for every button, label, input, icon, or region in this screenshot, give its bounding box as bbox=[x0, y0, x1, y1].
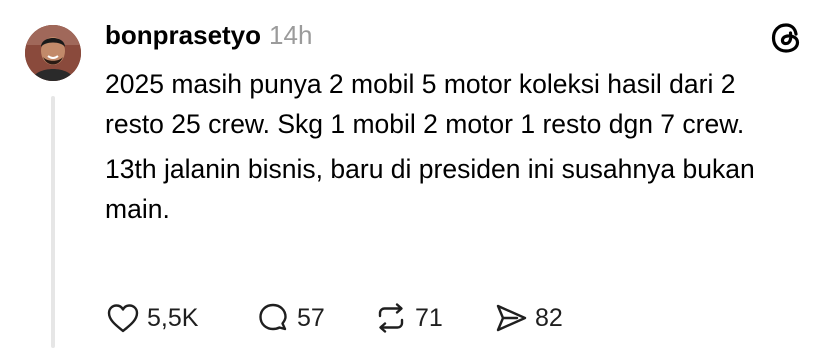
share-button[interactable]: 82 bbox=[493, 296, 593, 340]
share-count: 82 bbox=[535, 303, 563, 332]
repost-button[interactable]: 71 bbox=[373, 296, 493, 340]
reply-count: 57 bbox=[297, 303, 325, 332]
avatar-image bbox=[25, 25, 81, 81]
repost-arrows-icon bbox=[378, 303, 404, 333]
threads-logo-icon[interactable] bbox=[768, 20, 804, 56]
like-button[interactable]: 5,5K bbox=[105, 296, 255, 340]
post-time: 14h bbox=[269, 20, 313, 50]
like-count: 5,5K bbox=[147, 303, 199, 332]
reply-button[interactable]: 57 bbox=[255, 296, 373, 340]
repost-count: 71 bbox=[415, 303, 443, 332]
post-body: 2025 masih punya 2 mobil 5 motor koleksi… bbox=[105, 65, 785, 235]
post-header: bonprasetyo 14h bbox=[105, 20, 312, 60]
heart-icon bbox=[107, 304, 139, 333]
thread-line bbox=[51, 96, 55, 348]
post-paragraph-1: 2025 masih punya 2 mobil 5 motor koleksi… bbox=[105, 69, 745, 139]
send-icon bbox=[496, 304, 527, 332]
comment-bubble-icon bbox=[259, 303, 287, 331]
post-paragraph-2: 13th jalanin bisnis, baru di presiden in… bbox=[105, 154, 755, 224]
post-actions: 5,5K 57 71 82 bbox=[105, 296, 593, 340]
username[interactable]: bonprasetyo bbox=[105, 20, 261, 51]
user-avatar[interactable] bbox=[25, 25, 81, 81]
